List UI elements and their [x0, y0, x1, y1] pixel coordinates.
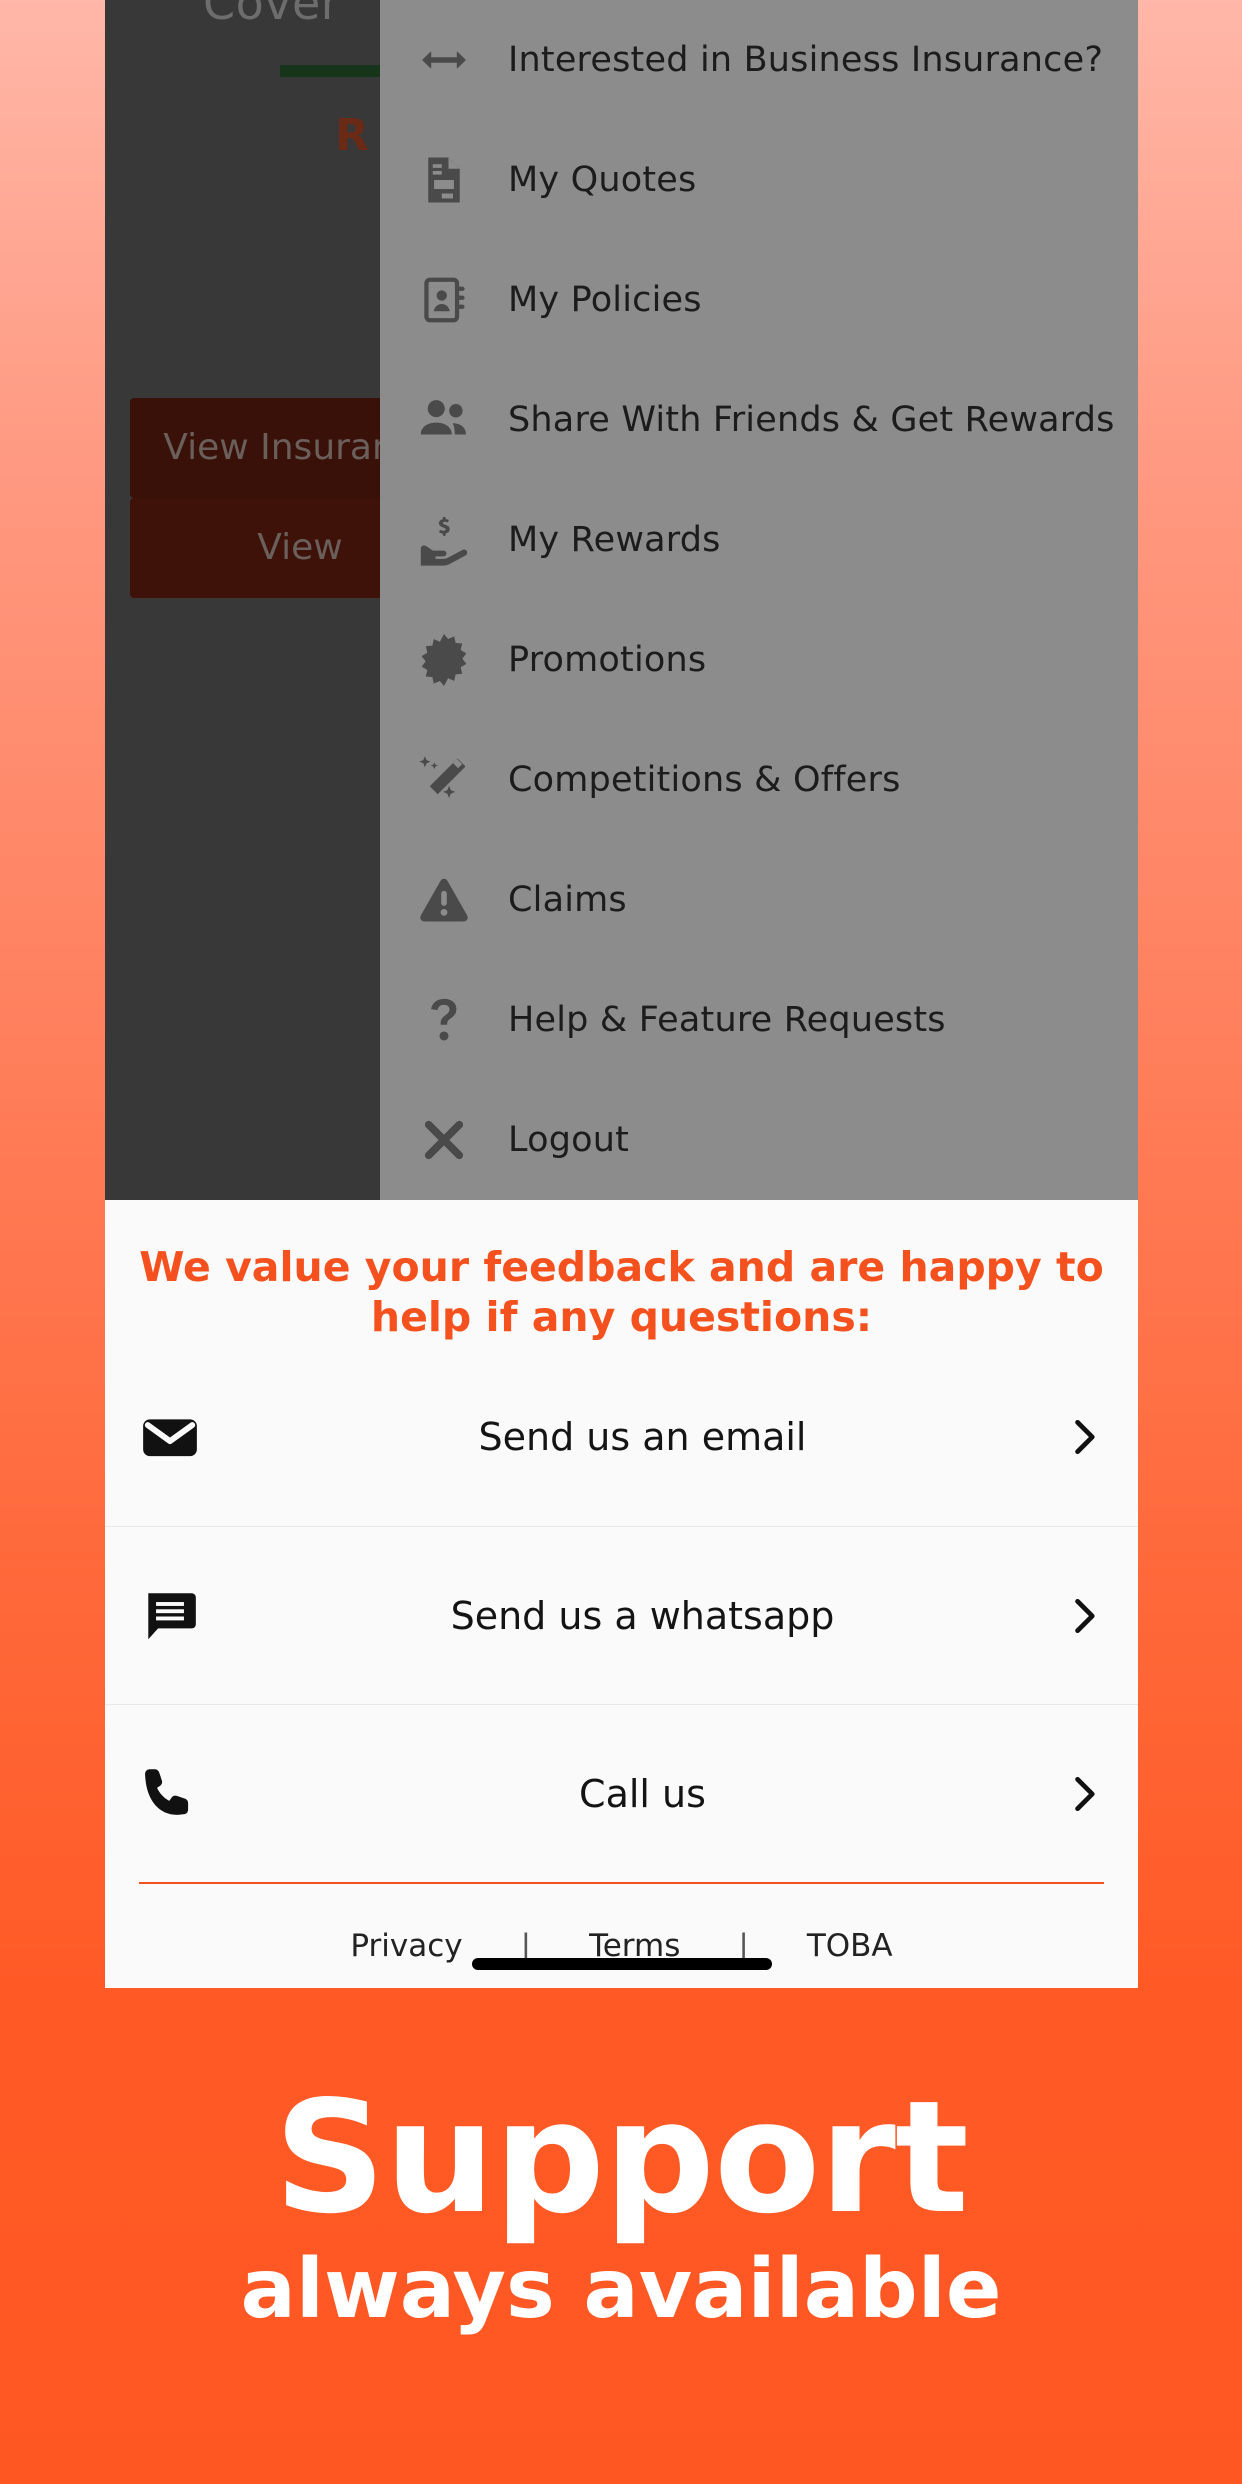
chevron-right-icon[interactable] — [1036, 1415, 1106, 1459]
menu-item-logout[interactable]: Logout — [380, 1080, 1138, 1200]
contact-row-email[interactable]: Send us an email — [105, 1348, 1138, 1526]
menu-item-label: Help & Feature Requests — [508, 1000, 946, 1040]
contact-label: Send us an email — [478, 1415, 807, 1460]
menu-item-label: My Quotes — [508, 160, 697, 200]
magic-wand-icon — [380, 720, 508, 840]
menu-item-share-with-friends[interactable]: Share With Friends & Get Rewards — [380, 360, 1138, 480]
menu-item-my-rewards[interactable]: My Rewards — [380, 480, 1138, 600]
chat-bubble-icon — [139, 1585, 249, 1647]
contact-label: Call us — [579, 1771, 706, 1816]
navigation-drawer: Interested in Business Insurance? My Quo… — [380, 0, 1138, 1200]
menu-item-label: Claims — [508, 880, 627, 920]
app-amount-text: R — [335, 110, 369, 161]
caption-block: Support always available — [0, 2080, 1242, 2335]
chevron-right-icon[interactable] — [1036, 1772, 1106, 1816]
menu-item-label: My Policies — [508, 280, 702, 320]
close-x-icon — [380, 1080, 508, 1200]
menu-item-label: Competitions & Offers — [508, 760, 901, 800]
contact-row-whatsapp[interactable]: Send us a whatsapp — [105, 1526, 1138, 1704]
document-quote-icon — [380, 120, 508, 240]
feedback-title: We value your feedback and are happy to … — [139, 1243, 1104, 1342]
footer-link-toba[interactable]: TOBA — [807, 1928, 893, 1964]
hand-money-icon — [380, 480, 508, 600]
warning-triangle-icon — [380, 840, 508, 960]
menu-item-label: My Rewards — [508, 520, 721, 560]
contact-book-icon — [380, 240, 508, 360]
menu-item-my-quotes[interactable]: My Quotes — [380, 120, 1138, 240]
starburst-icon — [380, 600, 508, 720]
menu-item-label: Logout — [508, 1120, 630, 1160]
menu-item-label: Promotions — [508, 640, 707, 680]
footer-links: Privacy | Terms | TOBA — [105, 1884, 1138, 1964]
menu-item-competitions-offers[interactable]: Competitions & Offers — [380, 720, 1138, 840]
chevron-right-icon[interactable] — [1036, 1594, 1106, 1638]
caption-headline: Support — [274, 2067, 969, 2248]
envelope-icon — [139, 1406, 249, 1468]
contact-row-call[interactable]: Call us — [105, 1704, 1138, 1882]
menu-item-business-insurance[interactable]: Interested in Business Insurance? — [380, 0, 1138, 120]
caption-subheadline: always available — [240, 2242, 1002, 2337]
footer-link-privacy[interactable]: Privacy — [350, 1928, 462, 1964]
contact-label: Send us a whatsapp — [450, 1593, 835, 1638]
people-group-icon — [380, 360, 508, 480]
menu-item-label: Share With Friends & Get Rewards — [508, 400, 1115, 440]
menu-item-claims[interactable]: Claims — [380, 840, 1138, 960]
menu-item-label: Interested in Business Insurance? — [508, 40, 1104, 80]
arrows-horizontal-icon — [380, 0, 508, 120]
menu-item-my-policies[interactable]: My Policies — [380, 240, 1138, 360]
phone-screenshot-card: Cover R View Insurance View Interested i… — [105, 0, 1138, 1988]
question-mark-icon — [380, 960, 508, 1080]
phone-icon — [139, 1763, 249, 1825]
app-cover-title: Cover — [203, 0, 341, 30]
home-indicator — [471, 1958, 772, 1970]
feedback-panel: We value your feedback and are happy to … — [105, 1200, 1138, 1988]
menu-item-help-feature-requests[interactable]: Help & Feature Requests — [380, 960, 1138, 1080]
menu-item-promotions[interactable]: Promotions — [380, 600, 1138, 720]
